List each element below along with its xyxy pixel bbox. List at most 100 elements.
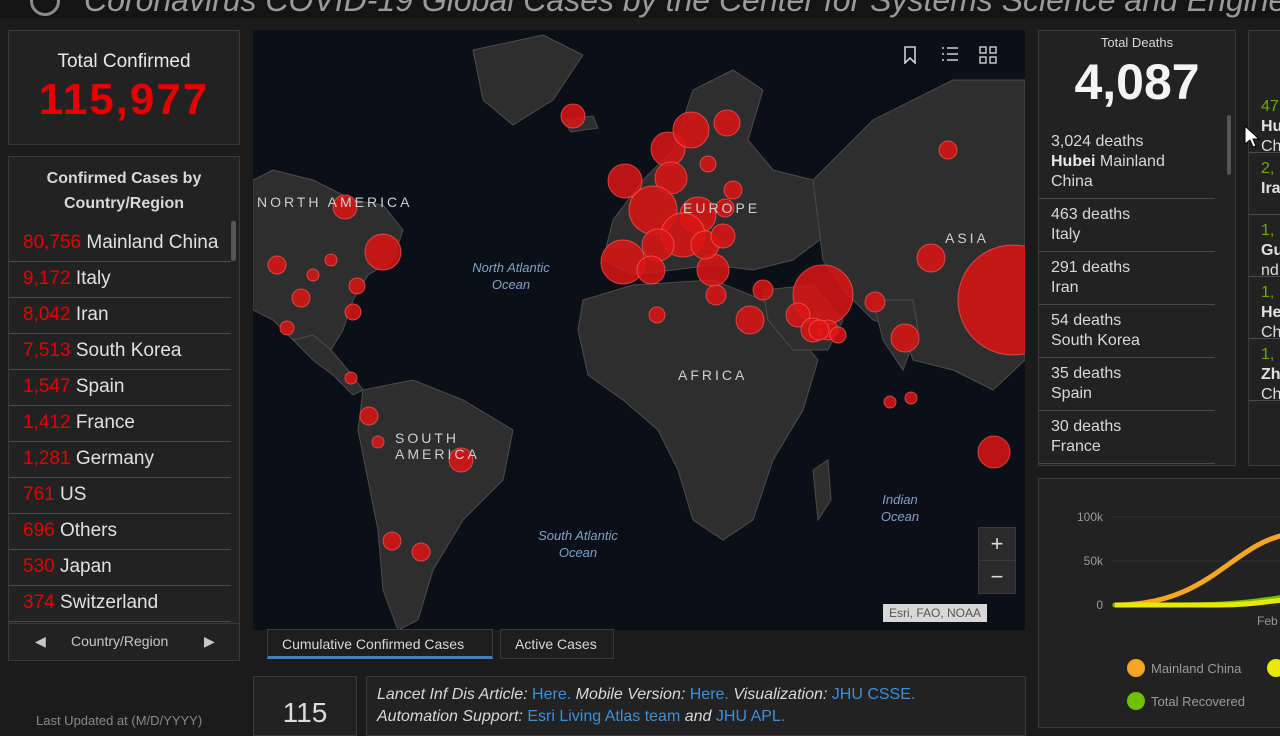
list-item[interactable]: 1,281 Germany (9, 442, 231, 478)
case-bubble[interactable] (348, 277, 366, 295)
case-bubble[interactable] (829, 326, 847, 344)
confirmed-by-country-panel: Confirmed Cases by Country/Region 80,756… (8, 156, 240, 661)
map-canvas[interactable] (253, 30, 1025, 630)
case-bubble[interactable] (291, 288, 311, 308)
recovered-count: 1, (1261, 222, 1275, 239)
zoom-out-button[interactable]: − (978, 560, 1016, 594)
case-bubble[interactable] (883, 395, 897, 409)
case-bubble[interactable] (267, 255, 287, 275)
tab-active-cases[interactable]: Active Cases (500, 629, 614, 659)
jhu-apl-link[interactable]: JHU APL. (716, 708, 785, 725)
case-bubble[interactable] (371, 435, 385, 449)
case-bubble[interactable] (808, 319, 830, 341)
region-label-africa: AFRICA (678, 367, 748, 383)
list-item[interactable]: 463 deaths Italy (1039, 199, 1215, 252)
list-item[interactable]: 530 Japan (9, 550, 231, 586)
basemap-gallery-icon[interactable] (979, 46, 1009, 74)
list-item[interactable]: 8,042 Iran (9, 298, 231, 334)
list-item[interactable]: 374 Switzerland (9, 586, 231, 622)
jhu-csse-link[interactable]: JHU CSSE. (832, 686, 916, 703)
death-count: 54 deaths (1051, 312, 1122, 329)
case-bubble[interactable] (364, 233, 402, 271)
case-count: 696 (23, 520, 55, 541)
case-bubble[interactable] (710, 223, 736, 249)
viz-label: Visualization: (733, 686, 828, 703)
legend-list-icon[interactable] (941, 46, 971, 74)
case-bubble[interactable] (904, 391, 918, 405)
case-bubble[interactable] (752, 279, 774, 301)
case-count: 80,756 (23, 232, 82, 253)
case-bubble[interactable] (600, 239, 646, 285)
ocean-label-south-atlantic: South Atlantic Ocean (538, 528, 618, 560)
list-item[interactable]: 3,024 deaths Hubei Mainland China (1039, 126, 1215, 199)
country-name: US (59, 484, 87, 505)
case-bubble[interactable] (699, 155, 717, 173)
recovered-country: Ch (1261, 138, 1280, 155)
recovered-country: Ch (1261, 386, 1280, 403)
esri-link[interactable]: Esri Living Atlas team (527, 708, 680, 725)
map-attribution: Esri, FAO, NOAA (883, 604, 988, 622)
case-bubble[interactable] (648, 306, 666, 324)
list-item[interactable]: 761 US (9, 478, 231, 514)
case-bubble[interactable] (411, 542, 431, 562)
case-bubble[interactable] (916, 243, 946, 273)
deaths-list-scrollbar[interactable] (1227, 115, 1231, 175)
total-deaths-label: Total Deaths (1100, 35, 1174, 50)
recovered-country: Ch (1261, 324, 1280, 341)
tab-cumulative-confirmed[interactable]: Cumulative Confirmed Cases (267, 629, 493, 659)
mobile-link[interactable]: Here. (690, 686, 729, 703)
list-item[interactable]: 291 deaths Iran (1039, 252, 1215, 305)
list-item[interactable]: 30 deaths France (1039, 411, 1215, 464)
case-bubble[interactable] (864, 291, 886, 313)
case-bubble[interactable] (723, 180, 743, 200)
deaths-list[interactable]: 3,024 deaths Hubei Mainland China 463 de… (1039, 126, 1235, 464)
case-bubble[interactable] (359, 406, 379, 426)
lancet-link[interactable]: Here. (532, 686, 571, 703)
country-name: Japan (59, 556, 112, 577)
list-item[interactable]: 1, He Ch (1249, 277, 1280, 341)
list-item[interactable]: 9,172 Italy (9, 262, 231, 298)
case-bubble[interactable] (735, 305, 765, 335)
case-bubble[interactable] (306, 268, 320, 282)
list-item[interactable]: 1, Gu nd (1249, 215, 1280, 279)
total-deaths-panel: Total Deaths 4,087 3,024 deaths Hubei Ma… (1038, 30, 1236, 466)
jhu-logo-icon (30, 0, 60, 16)
death-count: 30 deaths (1051, 418, 1122, 435)
legend-swatch-other (1267, 659, 1280, 677)
case-bubble[interactable] (344, 303, 362, 321)
list-item[interactable]: 35 deaths Spain (1039, 358, 1215, 411)
case-bubble[interactable] (672, 111, 710, 149)
list-item[interactable]: 80,756 Mainland China (9, 226, 231, 262)
death-count: 463 deaths (1051, 206, 1131, 223)
country-list-scrollbar[interactable] (231, 221, 236, 261)
series-line-mainland-china[interactable] (1112, 533, 1280, 608)
death-count: 291 deaths (1051, 259, 1131, 276)
case-bubble[interactable] (560, 103, 586, 129)
country-list[interactable]: 80,756 Mainland China 9,172 Italy 8,042 … (9, 226, 231, 622)
case-bubble[interactable] (977, 435, 1011, 469)
list-item[interactable]: 1,412 France (9, 406, 231, 442)
case-bubble[interactable] (344, 371, 358, 385)
bookmark-icon[interactable] (903, 46, 933, 74)
list-item[interactable]: 1,547 Spain (9, 370, 231, 406)
case-bubble[interactable] (382, 531, 402, 551)
world-map[interactable]: NORTH AMERICA SOUTH AMERICA EUROPE AFRIC… (253, 30, 1025, 630)
case-bubble[interactable] (279, 320, 295, 336)
case-bubble[interactable] (890, 323, 920, 353)
prev-page-icon[interactable]: ◀ (35, 633, 46, 650)
list-item[interactable]: 696 Others (9, 514, 231, 550)
next-page-icon[interactable]: ▶ (204, 633, 215, 650)
case-bubble[interactable] (324, 253, 338, 267)
list-item[interactable]: 2, Ira (1249, 153, 1280, 215)
case-bubble[interactable] (705, 284, 727, 306)
case-bubble[interactable] (938, 140, 958, 160)
list-item[interactable]: 7,513 South Korea (9, 334, 231, 370)
list-item[interactable]: 1, Zh Ch (1249, 339, 1280, 403)
case-bubble[interactable] (713, 109, 741, 137)
cases-line-chart[interactable]: 0 50k 100k Feb (1039, 479, 1280, 649)
death-count: 35 deaths (1051, 365, 1122, 382)
recovered-country: nd (1261, 262, 1279, 279)
zoom-in-button[interactable]: + (978, 527, 1016, 561)
case-bubble[interactable] (636, 255, 666, 285)
list-item[interactable]: 54 deaths South Korea (1039, 305, 1215, 358)
